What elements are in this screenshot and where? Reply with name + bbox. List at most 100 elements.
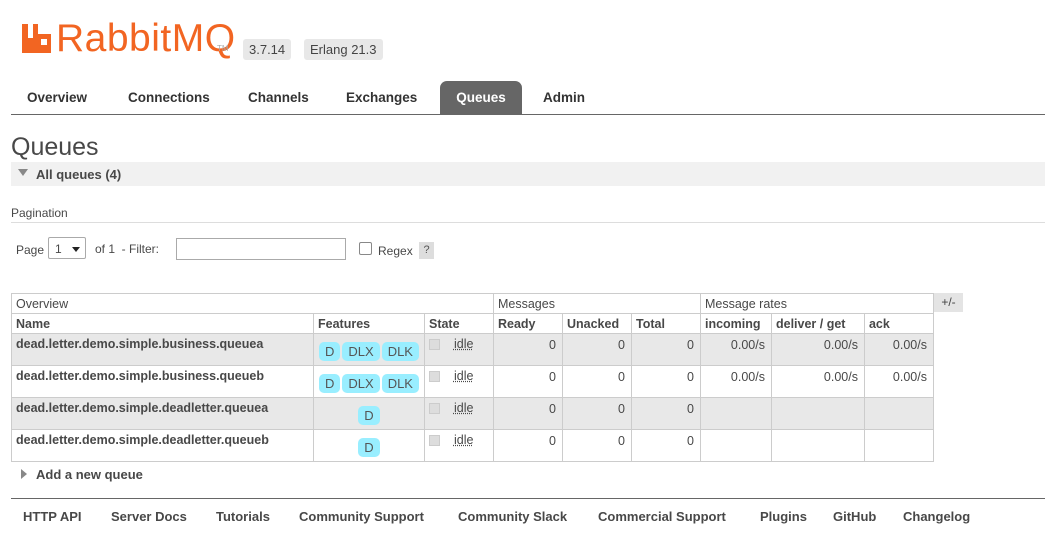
- group-header-messages: Messages: [492, 293, 701, 314]
- state-label[interactable]: idle: [454, 337, 473, 351]
- expand-arrow-icon[interactable]: [21, 469, 27, 479]
- footer-link-plugins[interactable]: Plugins: [760, 509, 807, 524]
- footer-link-community-support[interactable]: Community Support: [299, 509, 424, 524]
- state-label[interactable]: idle: [454, 401, 473, 415]
- state-cell: idle: [423, 429, 494, 462]
- incoming-rate: [699, 429, 772, 462]
- state-label[interactable]: idle: [454, 369, 473, 383]
- ready-value: 0: [492, 429, 563, 462]
- column-header-ready[interactable]: Ready: [492, 313, 563, 334]
- table-row: dead.letter.demo.simple.deadletter.queue…: [11, 429, 934, 462]
- tab-queues[interactable]: Queues: [440, 81, 522, 114]
- pagination-label: Pagination: [11, 206, 68, 220]
- column-toggle-button[interactable]: +/-: [934, 293, 963, 312]
- column-header-unacked[interactable]: Unacked: [561, 313, 632, 334]
- rabbitmq-logo-text: RabbitMQ: [56, 17, 236, 60]
- filter-input[interactable]: [176, 238, 346, 260]
- feature-badge[interactable]: DLK: [381, 342, 419, 361]
- state-cell: idle: [423, 365, 494, 398]
- incoming-rate: 0.00/s: [699, 365, 772, 398]
- chevron-down-icon: [72, 247, 80, 252]
- tab-channels[interactable]: Channels: [232, 81, 325, 114]
- total-value: 0: [630, 397, 701, 430]
- tab-connections[interactable]: Connections: [112, 81, 226, 114]
- column-header-deliver-get[interactable]: deliver / get: [770, 313, 865, 334]
- state-indicator-icon: [428, 339, 440, 351]
- divider: [11, 222, 1045, 223]
- page-count-filter-label: of 1 - Filter:: [95, 242, 160, 256]
- table-row: dead.letter.demo.simple.business.queuea …: [11, 333, 934, 366]
- state-indicator-icon: [428, 403, 440, 415]
- footer-divider: [11, 498, 1045, 499]
- tab-overview[interactable]: Overview: [11, 81, 103, 114]
- add-queue-section-toggle[interactable]: Add a new queue: [36, 467, 143, 482]
- collapse-arrow-icon[interactable]: [18, 169, 28, 176]
- tab-admin[interactable]: Admin: [527, 81, 601, 114]
- features-cell: D DLX DLK: [313, 365, 425, 398]
- footer-link-tutorials[interactable]: Tutorials: [216, 509, 270, 524]
- queue-name-link[interactable]: dead.letter.demo.simple.business.queuea: [11, 333, 314, 366]
- state-label[interactable]: idle: [454, 433, 473, 447]
- footer-link-server-docs[interactable]: Server Docs: [111, 509, 187, 524]
- footer-link-github[interactable]: GitHub: [833, 509, 876, 524]
- footer-link-changelog[interactable]: Changelog: [903, 509, 970, 524]
- features-cell: D: [313, 397, 425, 430]
- unacked-value: 0: [561, 429, 632, 462]
- unacked-value: 0: [561, 397, 632, 430]
- deliver-get-rate: 0.00/s: [770, 333, 865, 366]
- regex-label: Regex: [378, 244, 413, 258]
- feature-badge[interactable]: DLK: [381, 374, 419, 393]
- column-header-name[interactable]: Name: [11, 313, 314, 334]
- trademark-mark: TM: [217, 44, 229, 53]
- column-header-features: Features: [313, 313, 425, 334]
- footer-link-http-api[interactable]: HTTP API: [23, 509, 82, 524]
- state-indicator-icon: [428, 435, 440, 447]
- deliver-get-rate: 0.00/s: [770, 365, 865, 398]
- page-label: Page: [16, 243, 45, 257]
- total-value: 0: [630, 333, 701, 366]
- features-cell: D DLX DLK: [313, 333, 425, 366]
- feature-badge[interactable]: D: [358, 406, 380, 425]
- unacked-value: 0: [561, 333, 632, 366]
- deliver-get-rate: [770, 429, 865, 462]
- state-indicator-icon: [428, 371, 440, 383]
- section-title[interactable]: All queues (4): [36, 167, 121, 182]
- group-header-message-rates: Message rates: [699, 293, 934, 314]
- state-cell: idle: [423, 397, 494, 430]
- tab-exchanges[interactable]: Exchanges: [330, 81, 433, 114]
- incoming-rate: [699, 397, 772, 430]
- feature-badge[interactable]: D: [319, 374, 341, 393]
- incoming-rate: 0.00/s: [699, 333, 772, 366]
- main-nav-tabs: Overview Connections Channels Exchanges …: [11, 81, 1045, 115]
- queues-table: Overview Messages Message rates Name Fea…: [11, 293, 934, 462]
- erlang-badge: Erlang 21.3: [304, 39, 383, 60]
- queue-name-link[interactable]: dead.letter.demo.simple.business.queueb: [11, 365, 314, 398]
- feature-badge[interactable]: DLX: [342, 374, 380, 393]
- page-select[interactable]: 1: [48, 237, 86, 259]
- column-header-incoming[interactable]: incoming: [699, 313, 772, 334]
- table-row: dead.letter.demo.simple.deadletter.queue…: [11, 397, 934, 430]
- ready-value: 0: [492, 397, 563, 430]
- ack-rate: 0.00/s: [863, 333, 934, 366]
- all-queues-section-header[interactable]: [11, 162, 1045, 186]
- features-cell: D: [313, 429, 425, 462]
- column-header-total[interactable]: Total: [630, 313, 701, 334]
- total-value: 0: [630, 429, 701, 462]
- ready-value: 0: [492, 365, 563, 398]
- unacked-value: 0: [561, 365, 632, 398]
- deliver-get-rate: [770, 397, 865, 430]
- feature-badge[interactable]: DLX: [342, 342, 380, 361]
- column-header-state[interactable]: State: [423, 313, 494, 334]
- regex-checkbox[interactable]: [359, 242, 372, 255]
- ack-rate: [863, 429, 934, 462]
- queue-name-link[interactable]: dead.letter.demo.simple.deadletter.queue…: [11, 397, 314, 430]
- column-header-ack[interactable]: ack: [863, 313, 934, 334]
- feature-badge[interactable]: D: [319, 342, 341, 361]
- queue-name-link[interactable]: dead.letter.demo.simple.deadletter.queue…: [11, 429, 314, 462]
- footer-link-commercial-support[interactable]: Commercial Support: [598, 509, 726, 524]
- feature-badge[interactable]: D: [358, 438, 380, 457]
- footer-link-community-slack[interactable]: Community Slack: [458, 509, 567, 524]
- state-cell: idle: [423, 333, 494, 366]
- help-icon[interactable]: ?: [419, 242, 434, 259]
- page-title: Queues: [11, 133, 99, 161]
